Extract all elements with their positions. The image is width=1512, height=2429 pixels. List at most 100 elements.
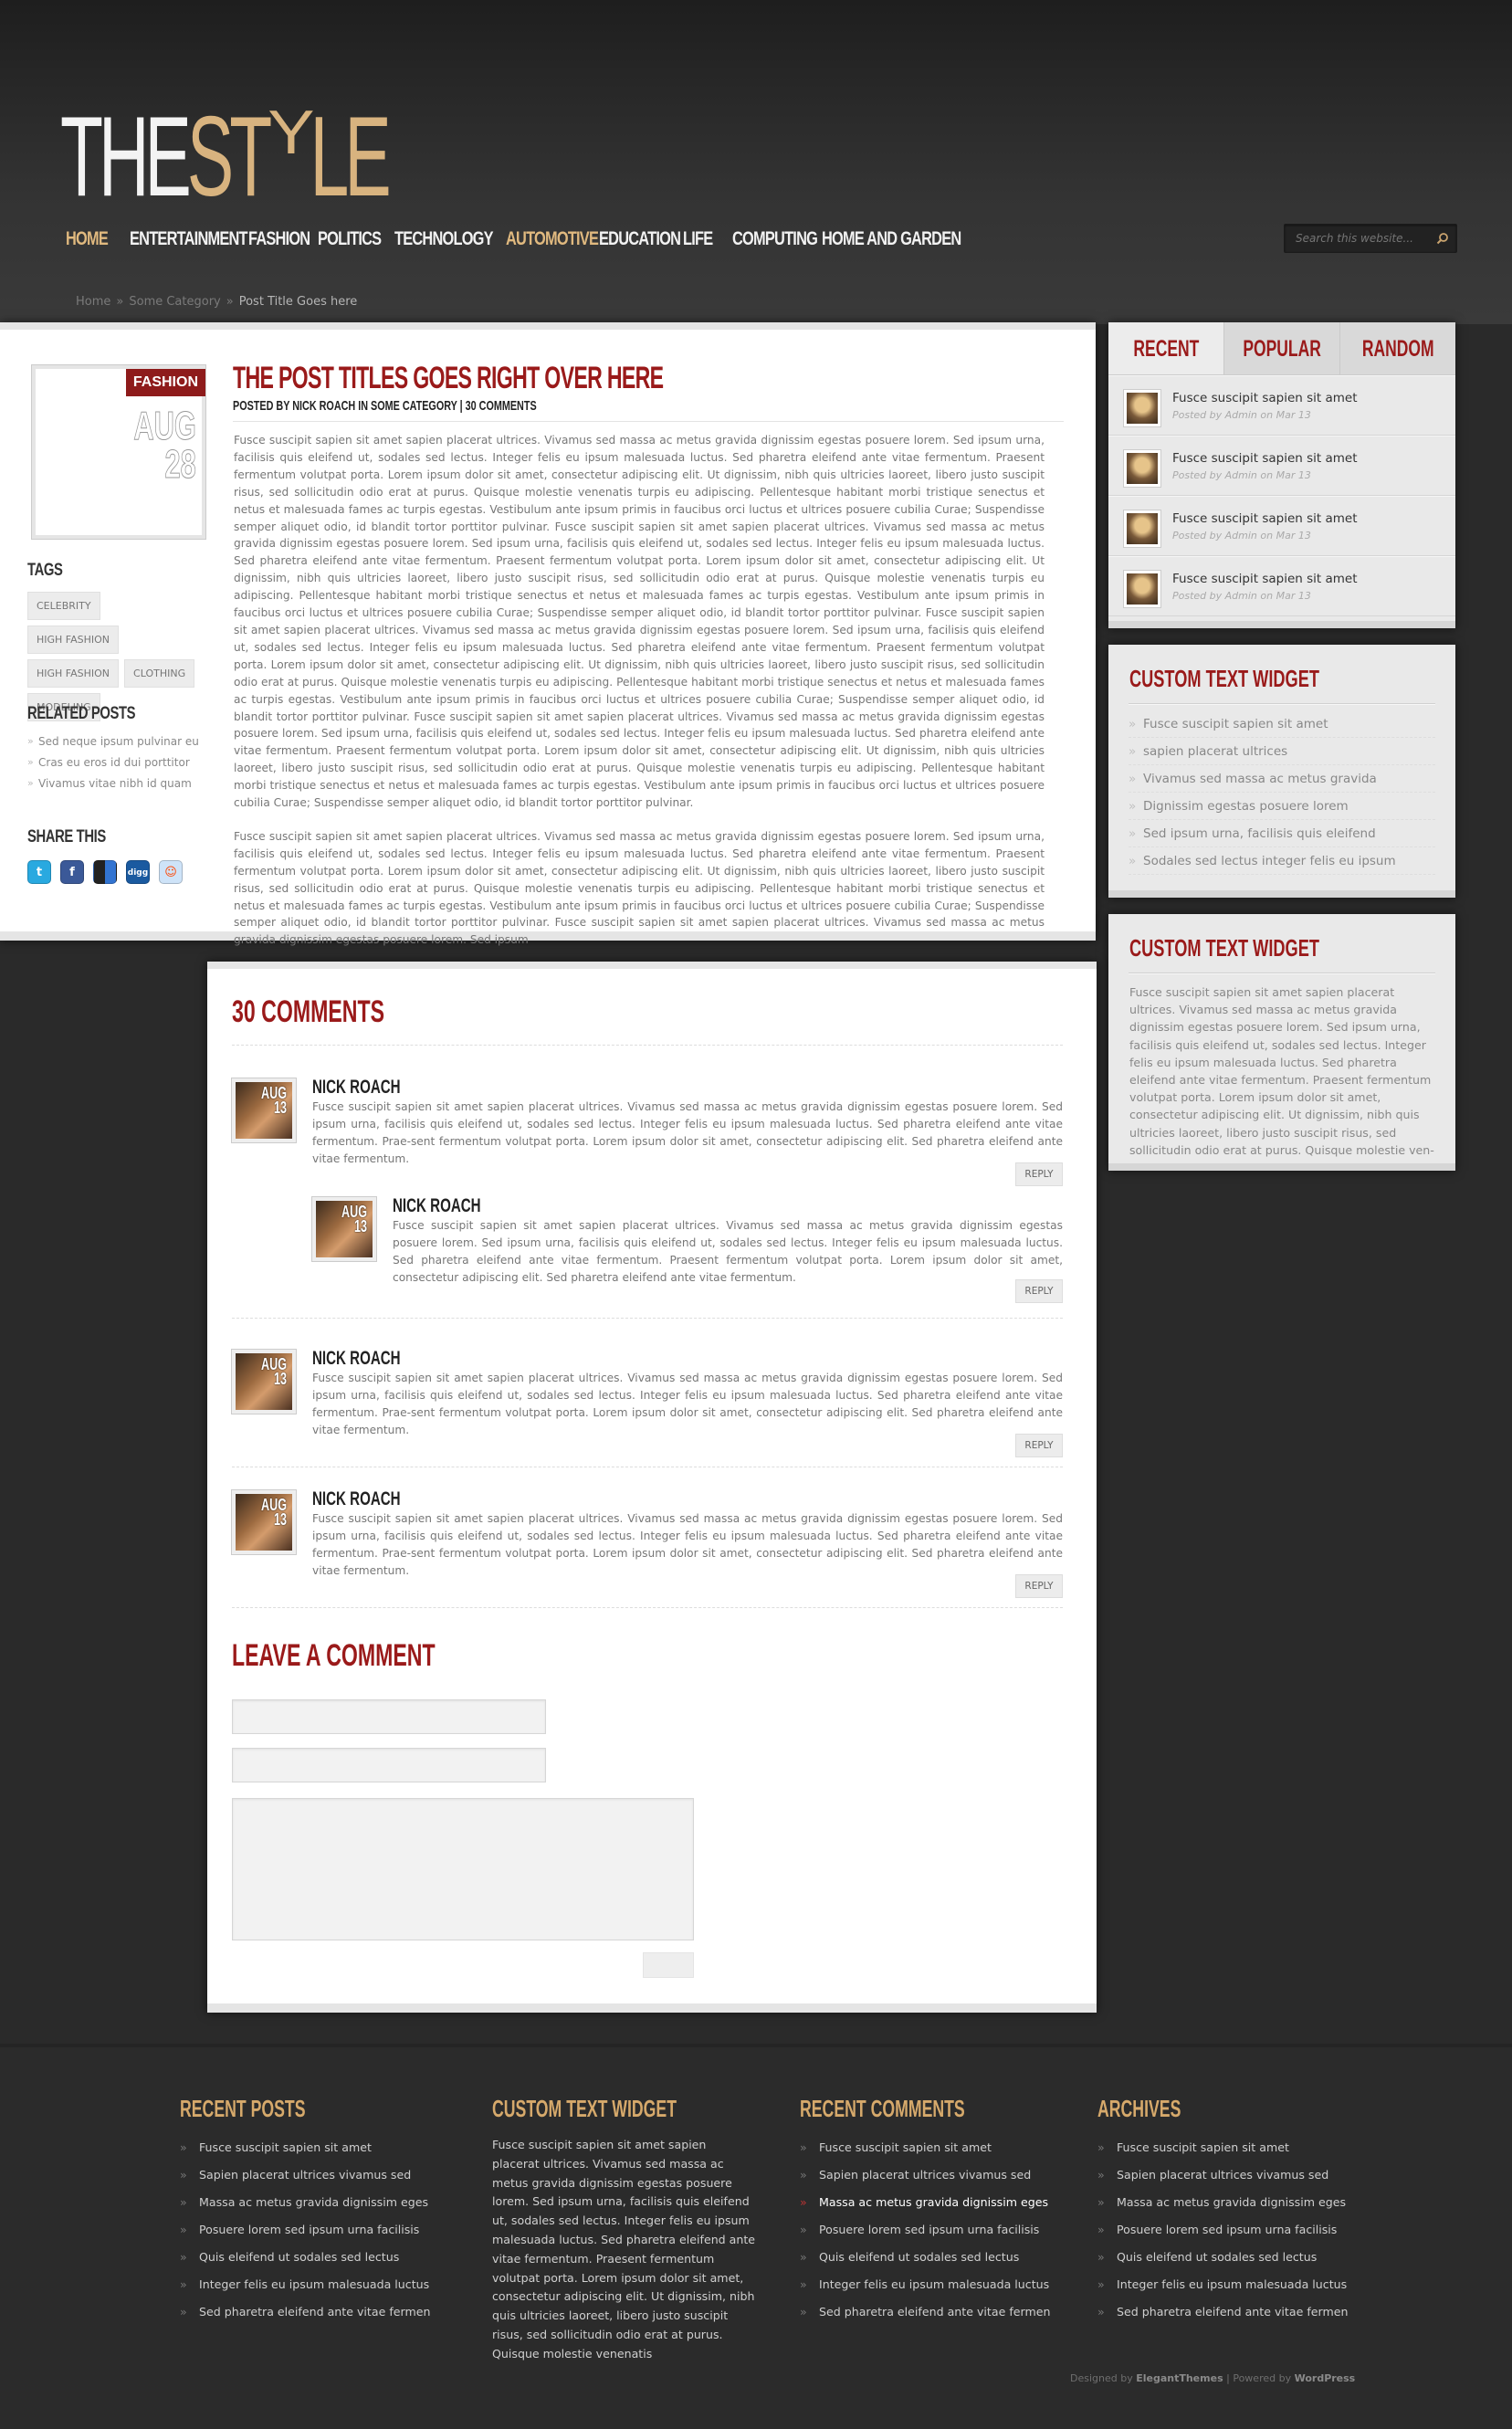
widget-link[interactable]: Vivamus sed massa ac metus gravida: [1129, 765, 1435, 793]
share-icons: t f digg ☺: [27, 860, 192, 884]
widget-link[interactable]: Sodales sed lectus integer felis eu ipsu…: [1129, 847, 1435, 875]
tag-link[interactable]: High Fashion: [27, 659, 120, 688]
recent-post-title[interactable]: Fusce suscipit sapien sit amet: [1172, 511, 1358, 526]
avatar[interactable]: AUG 13: [312, 1197, 376, 1261]
divider: [232, 1318, 1063, 1319]
submit-button[interactable]: [643, 1952, 694, 1978]
nav-item-automotive[interactable]: Automotive: [506, 228, 599, 250]
tag-link[interactable]: Clothing: [124, 659, 195, 688]
comment-text: Fusce suscipit sapien sit amet sapien pl…: [312, 1372, 1063, 1436]
recent-post-item[interactable]: Fusce suscipit sapien sit amet Posted by …: [1108, 556, 1455, 616]
footer-link[interactable]: Quis eleifend ut sodales sed lectus: [180, 2244, 430, 2271]
recent-post-title[interactable]: Fusce suscipit sapien sit amet: [1172, 451, 1358, 466]
footer-link[interactable]: Posuere lorem sed ipsum urna facilisis: [1097, 2216, 1348, 2244]
recent-post-thumb[interactable]: [1124, 571, 1160, 607]
nav-item-technology[interactable]: Technology: [394, 228, 494, 250]
nav-item-entertainment[interactable]: Entertainment: [130, 228, 248, 250]
reddit-icon[interactable]: ☺: [159, 860, 183, 884]
footer-link[interactable]: Sapien placerat ultrices vivamus sed: [800, 2161, 1050, 2189]
email-field[interactable]: [232, 1748, 546, 1782]
reply-button[interactable]: Reply: [1015, 1279, 1063, 1303]
nav-item-home-and-garden[interactable]: Home and Garden: [822, 228, 961, 250]
recent-post-thumb[interactable]: [1124, 450, 1160, 487]
search-input[interactable]: [1285, 225, 1431, 252]
category-badge[interactable]: Fashion: [125, 369, 205, 396]
comment-author[interactable]: Nick Roach: [393, 1195, 481, 1217]
reply-button[interactable]: Reply: [1015, 1162, 1063, 1186]
tag-link[interactable]: Celebrity: [27, 592, 100, 620]
comment-author[interactable]: Nick Roach: [312, 1488, 401, 1510]
tab-recent[interactable]: Recent: [1108, 322, 1223, 374]
facebook-icon[interactable]: f: [60, 860, 84, 884]
footer-link[interactable]: Sed pharetra eleifend ante vitae fermen: [180, 2298, 430, 2326]
breadcrumb-home[interactable]: Home: [76, 295, 110, 309]
footer-link[interactable]: Integer felis eu ipsum malesuada luctus: [180, 2271, 430, 2298]
custom-text-widget-list: Custom Text Widget Fusce suscipit sapien…: [1108, 645, 1455, 898]
nav-item-computing[interactable]: Computing: [732, 228, 818, 250]
comment-author[interactable]: Nick Roach: [312, 1348, 401, 1370]
recent-post-thumb[interactable]: [1124, 510, 1160, 547]
recent-post-thumb[interactable]: [1124, 390, 1160, 426]
divider: [233, 421, 1064, 422]
comment-author[interactable]: Nick Roach: [312, 1077, 401, 1099]
footer-link[interactable]: Sapien placerat ultrices vivamus sed: [1097, 2161, 1348, 2189]
widget-text: Fusce suscipit sapien sit amet sapien pl…: [1129, 985, 1434, 1157]
reply-button[interactable]: Reply: [1015, 1574, 1063, 1598]
footer-link[interactable]: Massa ac metus gravida dignissim eges: [180, 2189, 430, 2216]
related-link[interactable]: Vivamus vitae nibh id quam: [27, 777, 201, 790]
breadcrumb-category[interactable]: Some Category: [129, 295, 220, 309]
tag-link[interactable]: High Fashion: [27, 626, 120, 654]
recent-post-item[interactable]: Fusce suscipit sapien sit amet Posted by …: [1108, 496, 1455, 556]
widget-link[interactable]: sapien placerat ultrices: [1129, 738, 1435, 765]
footer-link[interactable]: Massa ac metus gravida dignissim eges: [800, 2189, 1050, 2216]
footer-link[interactable]: Fusce suscipit sapien sit amet: [800, 2134, 1050, 2161]
avatar[interactable]: AUG 13: [232, 1078, 296, 1142]
comment: AUG 13 Nick Roach Fusce suscipit sapien sit…: [232, 1488, 1063, 1646]
digg-icon[interactable]: digg: [126, 860, 150, 884]
delicious-icon[interactable]: [93, 860, 117, 884]
site-logo[interactable]: THESTYLE: [60, 100, 392, 214]
avatar[interactable]: AUG 13: [232, 1350, 296, 1414]
footer-link[interactable]: Posuere lorem sed ipsum urna facilisis: [180, 2216, 430, 2244]
footer-archives: Archives Fusce suscipit sapien sit ametS…: [1097, 2095, 1348, 2326]
footer-link[interactable]: Quis eleifend ut sodales sed lectus: [1097, 2244, 1348, 2271]
post-thumbnail[interactable]: Fashion AUG 28: [32, 365, 205, 539]
tab-label: Random: [1361, 336, 1434, 362]
nav-item-politics[interactable]: Politics: [318, 228, 382, 250]
footer-link[interactable]: Integer felis eu ipsum malesuada luctus: [800, 2271, 1050, 2298]
recent-post-title[interactable]: Fusce suscipit sapien sit amet: [1172, 572, 1358, 586]
recent-post-item[interactable]: Fusce suscipit sapien sit amet Posted by …: [1108, 375, 1455, 436]
widget-link[interactable]: Dignissim egestas posuere lorem: [1129, 793, 1435, 820]
twitter-icon[interactable]: t: [27, 860, 51, 884]
credits-wordpress-link[interactable]: WordPress: [1295, 2372, 1356, 2384]
footer-link[interactable]: Integer felis eu ipsum malesuada luctus: [1097, 2271, 1348, 2298]
comment-textarea[interactable]: [232, 1798, 694, 1940]
nav-item-life[interactable]: Life: [683, 228, 713, 250]
related-link[interactable]: Sed neque ipsum pulvinar eu: [27, 735, 201, 748]
footer-link[interactable]: Posuere lorem sed ipsum urna facilisis: [800, 2216, 1050, 2244]
footer-link[interactable]: Sed pharetra eleifend ante vitae fermen: [800, 2298, 1050, 2326]
footer-link[interactable]: Fusce suscipit sapien sit amet: [1097, 2134, 1348, 2161]
reply-button[interactable]: Reply: [1015, 1434, 1063, 1457]
recent-post-item[interactable]: Fusce suscipit sapien sit amet Posted by …: [1108, 436, 1455, 496]
nav-item-home[interactable]: Home: [66, 228, 109, 250]
footer-link[interactable]: Massa ac metus gravida dignissim eges: [1097, 2189, 1348, 2216]
widget-title: Custom Text Widget: [1129, 665, 1319, 692]
tab-popular[interactable]: Popular: [1223, 322, 1339, 374]
credits-brand-link[interactable]: ElegantThemes: [1136, 2372, 1223, 2384]
recent-post-title[interactable]: Fusce suscipit sapien sit amet: [1172, 391, 1358, 405]
related-link[interactable]: Cras eu eros id dui porttitor: [27, 756, 201, 769]
search-icon[interactable]: [1436, 232, 1449, 245]
footer-link[interactable]: Sed pharetra eleifend ante vitae fermen: [1097, 2298, 1348, 2326]
footer-link[interactable]: Quis eleifend ut sodales sed lectus: [800, 2244, 1050, 2271]
avatar[interactable]: AUG 13: [232, 1490, 296, 1554]
nav-item-education[interactable]: Education: [599, 228, 681, 250]
footer-link[interactable]: Sapien placerat ultrices vivamus sed: [180, 2161, 430, 2189]
nav-item-fashion[interactable]: Fashion: [248, 228, 310, 250]
widget-link[interactable]: Sed ipsum urna, facilisis quis eleifend: [1129, 820, 1435, 847]
post-title[interactable]: The Post Titles Goes Right Over Here: [233, 361, 664, 396]
name-field[interactable]: [232, 1699, 546, 1734]
tab-random[interactable]: Random: [1339, 322, 1455, 374]
widget-link[interactable]: Fusce suscipit sapien sit amet: [1129, 710, 1435, 738]
footer-link[interactable]: Fusce suscipit sapien sit amet: [180, 2134, 430, 2161]
